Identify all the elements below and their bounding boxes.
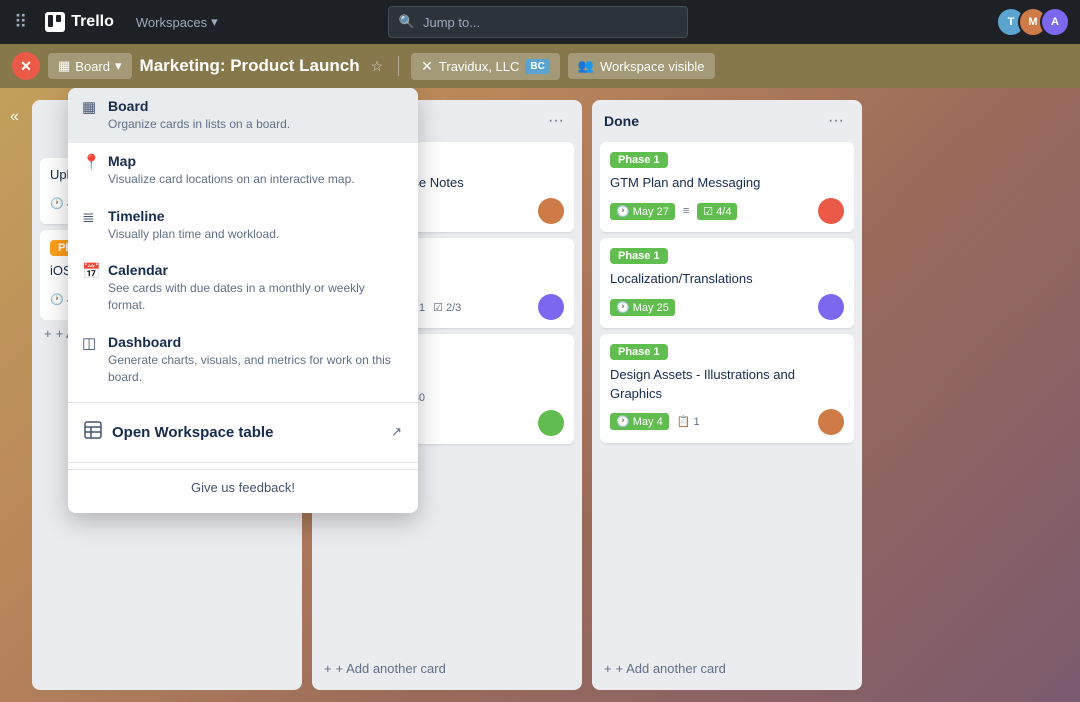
phase-badge: Phase 1 (610, 152, 668, 168)
user-avatars: T M A (1004, 7, 1070, 37)
dropdown-chevron: ▾ (115, 58, 122, 74)
list-menu-button[interactable]: ··· (822, 110, 850, 132)
card-design-assets[interactable]: Phase 1 Design Assets - Illustrations an… (600, 334, 854, 442)
plus-icon: + (44, 326, 52, 341)
attachments: 📋 1 (677, 415, 700, 428)
timeline-menu-icon: ≣ (82, 208, 95, 226)
board-title: Marketing: Product Launch (140, 56, 360, 76)
board-view-icon: ▦ (58, 58, 70, 74)
list-menu-button[interactable]: ··· (542, 110, 570, 132)
due-date-green: 🕐 May 27 (610, 203, 675, 220)
card-title: Design Assets - Illustrations and Graphi… (610, 366, 844, 402)
menu-item-calendar[interactable]: 📅 Calendar See cards with due dates in a… (68, 252, 418, 324)
workspace-code-badge: BC (525, 59, 549, 74)
top-nav: ⠿ Trello Workspaces ▾ 🔍 Jump to... T M A (0, 0, 1080, 44)
card-avatar (818, 198, 844, 224)
search-icon: 🔍 (399, 14, 415, 30)
menu-item-board[interactable]: ▦ Board Organize cards in lists on a boa… (68, 88, 418, 143)
star-button[interactable]: ☆ (368, 55, 387, 78)
feedback-button[interactable]: Give us feedback! (68, 469, 418, 505)
card-footer: 🕐 May 4 📋 1 (610, 409, 844, 435)
workspace-visible-button[interactable]: 👥 Workspace visible (568, 53, 715, 79)
card-title: Localization/Translations (610, 270, 844, 288)
card-footer: 🕐 May 25 (610, 294, 844, 320)
phase-badge: Phase 1 (610, 248, 668, 264)
board-menu-icon: ▦ (82, 98, 96, 116)
workspace-button[interactable]: ✕ Travidux, LLC BC (411, 53, 560, 80)
add-card-button[interactable]: + + Add another card (320, 655, 574, 682)
calendar-menu-icon: 📅 (82, 262, 101, 280)
map-menu-icon: 📍 (82, 153, 101, 171)
external-link-icon: ↗ (391, 424, 402, 440)
search-bar[interactable]: 🔍 Jump to... (388, 6, 688, 38)
menu-item-map[interactable]: 📍 Map Visualize card locations on an int… (68, 143, 418, 198)
checklist: ☑ 4/4 (697, 203, 737, 220)
card-avatar (818, 294, 844, 320)
checklist: ☑ 2/3 (433, 301, 461, 314)
card-avatar (818, 409, 844, 435)
plus-icon: + (604, 661, 612, 676)
due-date: 🕐 May 25 (610, 299, 675, 316)
view-board-button[interactable]: ▦ Board ▾ (48, 53, 132, 79)
card-avatar (538, 198, 564, 224)
card-gtm[interactable]: Phase 1 GTM Plan and Messaging 🕐 May 27 … (600, 142, 854, 232)
view-dropdown-menu: ▦ Board Organize cards in lists on a boa… (68, 88, 418, 513)
card-avatar (538, 294, 564, 320)
dashboard-menu-icon: ◫ (82, 334, 96, 352)
grid-icon[interactable]: ⠿ (10, 8, 31, 37)
card-meta: 🕐 May 4 📋 1 (610, 413, 700, 430)
menu-divider (68, 402, 418, 403)
plus-icon: + (324, 661, 332, 676)
menu-item-dashboard[interactable]: ◫ Dashboard Generate charts, visuals, an… (68, 324, 418, 396)
workspace-icon: ✕ (421, 58, 433, 75)
list-header: Done ··· (600, 108, 854, 134)
card-avatar (538, 410, 564, 436)
collapse-sidebar-button[interactable]: « (6, 104, 23, 130)
board-nav-left: ✕ ▦ Board ▾ Marketing: Product Launch ☆ … (12, 52, 1068, 80)
table-icon (84, 421, 102, 444)
visibility-icon: 👥 (578, 58, 594, 74)
card-meta: 🕐 May 27 ≡ ☑ 4/4 (610, 203, 737, 220)
workspaces-button[interactable]: Workspaces ▾ (128, 10, 226, 34)
due-date: 🕐 May 4 (610, 413, 669, 430)
nav-separator (398, 56, 399, 76)
avatar[interactable]: A (1040, 7, 1070, 37)
open-workspace-table-button[interactable]: Open Workspace table ↗ (68, 409, 418, 456)
done-list: Done ··· Phase 1 GTM Plan and Messaging … (592, 100, 862, 690)
board-content: « Upload Tutorial Videos 🕐 Jun 10 Phase … (0, 88, 1080, 702)
list-title: Done (604, 113, 639, 129)
phase-badge: Phase 1 (610, 344, 668, 360)
board-nav: ✕ ▦ Board ▾ Marketing: Product Launch ☆ … (0, 44, 1080, 88)
menu-divider-2 (68, 462, 418, 463)
card-footer: 🕐 May 27 ≡ ☑ 4/4 (610, 198, 844, 224)
desc-icon: ≡ (683, 205, 689, 217)
board-icon: ✕ (12, 52, 40, 80)
card-title: GTM Plan and Messaging (610, 174, 844, 192)
card-meta: 🕐 May 25 (610, 299, 675, 316)
add-card-button[interactable]: + + Add another card (600, 655, 854, 682)
trello-logo[interactable]: Trello (39, 12, 120, 32)
done-cards: Phase 1 GTM Plan and Messaging 🕐 May 27 … (600, 142, 854, 647)
menu-item-timeline[interactable]: ≣ Timeline Visually plan time and worklo… (68, 198, 418, 253)
card-localization[interactable]: Phase 1 Localization/Translations 🕐 May … (600, 238, 854, 328)
